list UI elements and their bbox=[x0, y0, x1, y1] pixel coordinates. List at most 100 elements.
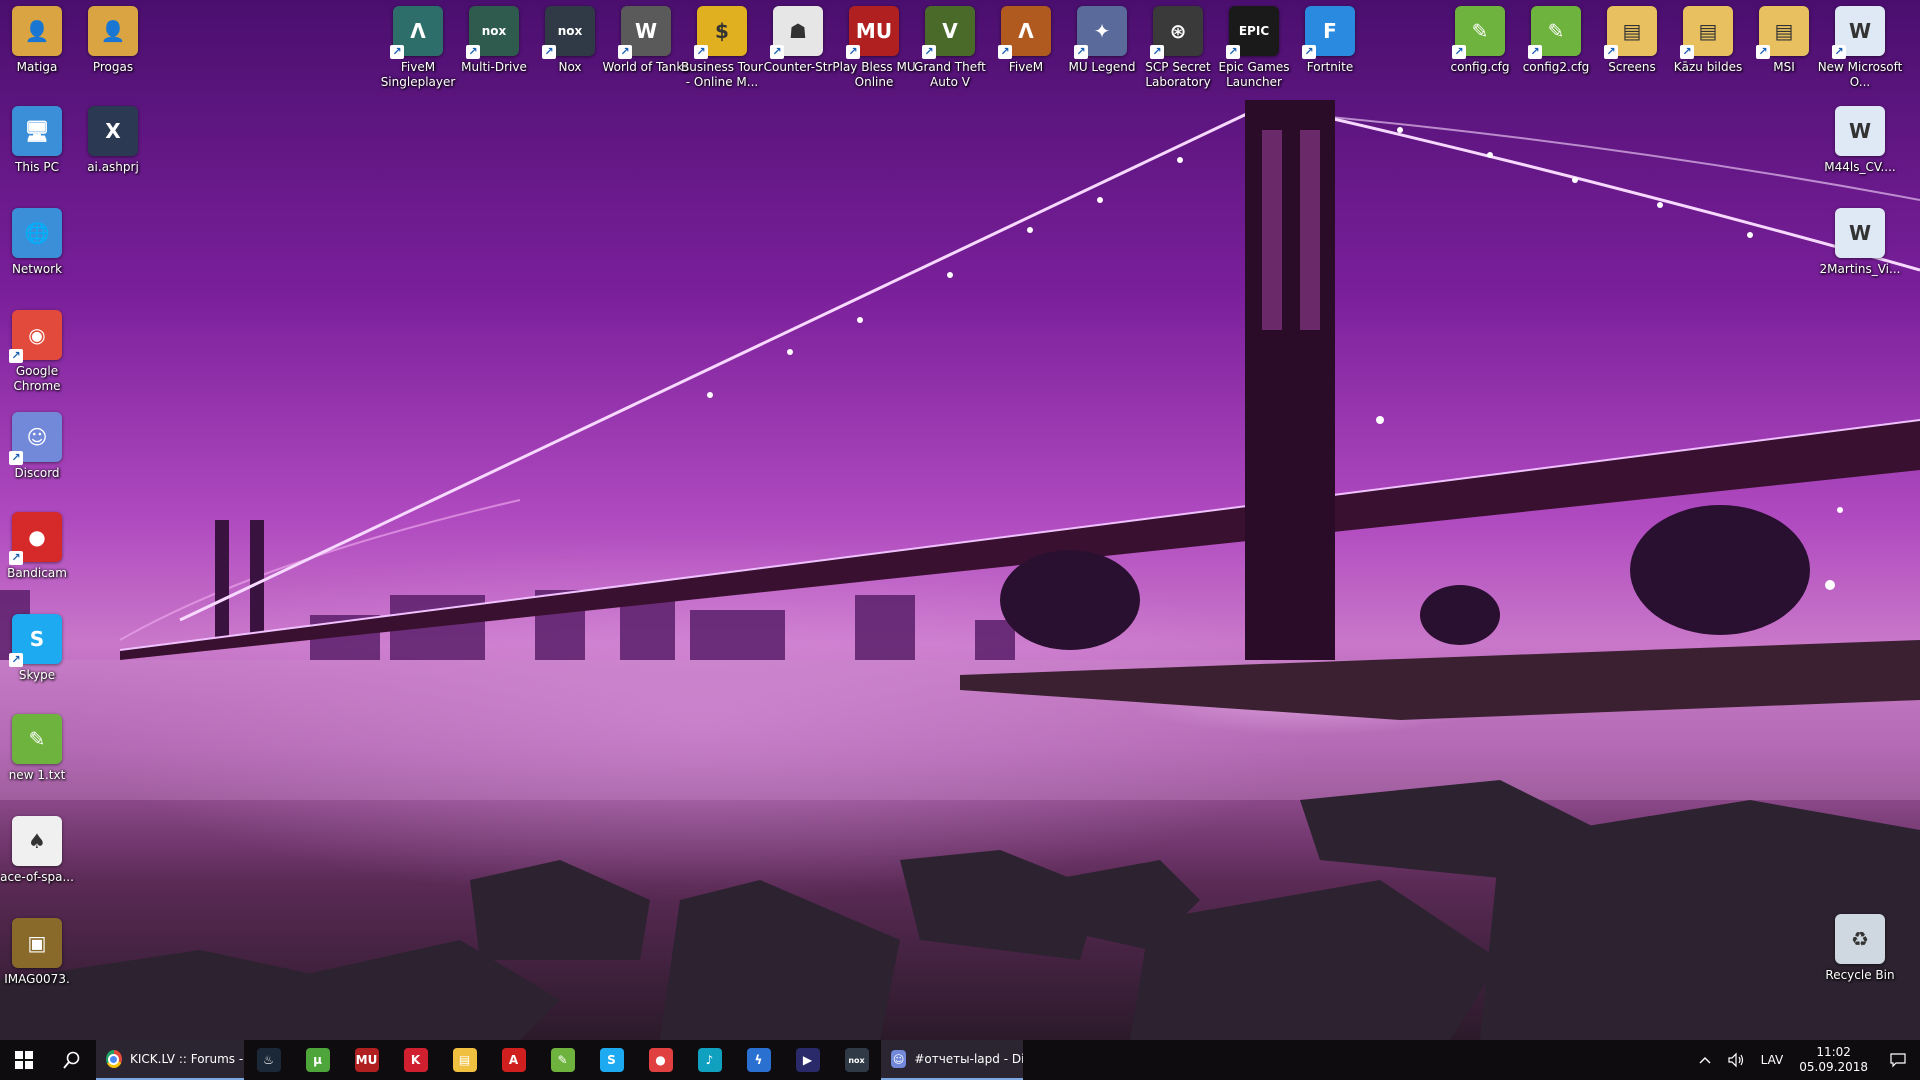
desktop-icon-bandicam[interactable]: ● ↗ Bandicam bbox=[0, 512, 75, 581]
desktop-icon-fivem[interactable]: Λ ↗ FiveM bbox=[988, 6, 1064, 75]
icon-glyph: W bbox=[1848, 119, 1872, 143]
shortcut-arrow-icon: ↗ bbox=[9, 349, 23, 363]
search-icon bbox=[63, 1051, 80, 1069]
ace-of-spades-icon: ♠ bbox=[12, 816, 62, 866]
desktop-icon-new-1-txt[interactable]: ✎ new 1.txt bbox=[0, 714, 75, 783]
taskbar-skype-button[interactable]: S bbox=[587, 1040, 636, 1080]
taskbar-acrobat-button[interactable]: A bbox=[489, 1040, 538, 1080]
icon-glyph: ✎ bbox=[1471, 19, 1489, 43]
taskbar-chrome-title: KICK.LV :: Forums - ... bbox=[129, 1052, 244, 1066]
desktop-icon-world-of-tanks[interactable]: W ↗ World of Tanks bbox=[602, 6, 690, 75]
desktop-icon-multi-drive[interactable]: nox ↗ Multi-Drive bbox=[456, 6, 532, 75]
desktop-icon-this-pc[interactable]: 🖥 This PC bbox=[0, 106, 75, 175]
icon-glyph: nox bbox=[557, 24, 583, 38]
desktop-icon-google-chrome[interactable]: ◉ ↗ Google Chrome bbox=[0, 310, 75, 394]
show-hidden-icons-button[interactable] bbox=[1691, 1040, 1719, 1080]
desktop-icon-label: Skype bbox=[18, 668, 56, 682]
desktop-icon-label: Bandicam bbox=[7, 566, 67, 580]
language-indicator[interactable]: LAV bbox=[1753, 1040, 1792, 1080]
start-button[interactable] bbox=[0, 1040, 48, 1080]
desktop-icon-progas[interactable]: 👤 Progas bbox=[75, 6, 151, 75]
desktop-icon-msi[interactable]: ▤ ↗ MSI bbox=[1746, 6, 1822, 75]
taskbar-notepad-plus-button[interactable]: ✎ bbox=[538, 1040, 587, 1080]
desktop-icon-m44ls-cv[interactable]: W M44ls_CV.... bbox=[1822, 106, 1898, 175]
mu-legend-icon: ✦ ↗ bbox=[1074, 6, 1127, 59]
icon-glyph: ▤ bbox=[1774, 19, 1794, 43]
taskbar: KICK.LV :: Forums - ... ♨ µ MU K ▤ A ✎ S ● ♪ ϟ ▶ nox… bbox=[0, 1040, 1920, 1080]
search-button[interactable] bbox=[48, 1040, 96, 1080]
desktop-icon-play-bless-mu-online[interactable]: MU ↗ Play Bless MU Online bbox=[832, 6, 916, 90]
folder-icon: ▤ ↗ bbox=[1604, 6, 1657, 59]
desktop-icon-label: IMAG0073. bbox=[4, 972, 70, 986]
shortcut-arrow-icon: ↗ bbox=[846, 45, 860, 59]
taskbar-media-player-button[interactable]: ▶ bbox=[783, 1040, 832, 1080]
fivem-icon: Λ ↗ bbox=[390, 6, 443, 59]
desktop-icon-fortnite[interactable]: F ↗ Fortnite bbox=[1292, 6, 1368, 75]
notepad-plus-icon: ✎ bbox=[550, 1048, 575, 1072]
discord-icon: ☺ ↗ bbox=[9, 412, 62, 465]
desktop-icon-label: MU Legend bbox=[1068, 60, 1136, 74]
icon-glyph: W bbox=[1848, 221, 1872, 245]
desktop-icon-imag0073[interactable]: ▣ IMAG0073. bbox=[0, 918, 75, 987]
taskbar-utorrent-button[interactable]: µ bbox=[293, 1040, 342, 1080]
business-tour-icon: $ ↗ bbox=[694, 6, 747, 59]
desktop-icon-label: Multi-Drive bbox=[461, 60, 527, 74]
taskbar-steam-button[interactable]: ♨ bbox=[244, 1040, 293, 1080]
taskbar-thunderbolt-button[interactable]: ϟ bbox=[734, 1040, 783, 1080]
volume-button[interactable] bbox=[1719, 1040, 1753, 1080]
desktop-icon-config2-cfg[interactable]: ✎ ↗ config2.cfg bbox=[1518, 6, 1594, 75]
desktop-icon-skype[interactable]: S ↗ Skype bbox=[0, 614, 75, 683]
taskbar-mu-online-button[interactable]: MU bbox=[342, 1040, 391, 1080]
desktop-icon-label: Screens bbox=[1608, 60, 1656, 74]
desktop-icon-label: Nox bbox=[558, 60, 582, 74]
desktop-icon-scp-secret-laboratory[interactable]: ⊛ ↗ SCP Secret Laboratory bbox=[1140, 6, 1216, 90]
desktop-icon-ace-of-spa[interactable]: ♠ ace-of-spa... bbox=[0, 816, 75, 885]
desktop-icon-nox[interactable]: nox ↗ Nox bbox=[532, 6, 608, 75]
nox-icon: nox bbox=[844, 1048, 869, 1072]
notepad-file-icon: ✎ bbox=[12, 714, 62, 764]
desktop-icon-ai-ashprj[interactable]: Xai.ashprj bbox=[75, 106, 151, 175]
taskbar-discord-window[interactable]: ☺ #отчеты-lapd - Dis... bbox=[881, 1040, 1023, 1080]
utorrent-icon: µ bbox=[305, 1048, 330, 1072]
desktop-icon-grand-theft-auto-v[interactable]: V ↗ Grand Theft Auto V bbox=[912, 6, 988, 90]
desktop-icon-label: Business Tour - Online M... bbox=[681, 60, 763, 89]
desktop-icon-epic-games-launcher[interactable]: EPIC ↗ Epic Games Launcher bbox=[1216, 6, 1292, 90]
icon-glyph: ✎ bbox=[1547, 19, 1565, 43]
desktop-icon-config-cfg[interactable]: ✎ ↗ config.cfg bbox=[1442, 6, 1518, 75]
desktop-icon-fivem-singleplayer[interactable]: Λ ↗ FiveM Singleplayer bbox=[380, 6, 456, 90]
taskbar-kaspersky-button[interactable]: K bbox=[391, 1040, 440, 1080]
shortcut-arrow-icon: ↗ bbox=[694, 45, 708, 59]
desktop-icon-business-tour-online-m[interactable]: $ ↗ Business Tour - Online M... bbox=[681, 6, 763, 90]
music-player-icon: ♪ bbox=[697, 1048, 722, 1072]
icon-glyph: ♠ bbox=[28, 829, 46, 853]
desktop-icon-counter-str[interactable]: ☗ ↗ Counter-Str bbox=[760, 6, 836, 75]
skype-icon: S ↗ bbox=[9, 614, 62, 667]
desktop-icon-network[interactable]: 🌐 Network bbox=[0, 208, 75, 277]
shortcut-arrow-icon: ↗ bbox=[1452, 45, 1466, 59]
clock[interactable]: 11:02 05.09.2018 bbox=[1791, 1040, 1876, 1080]
desktop-icon-mu-legend[interactable]: ✦ ↗ MU Legend bbox=[1064, 6, 1140, 75]
action-center-button[interactable] bbox=[1876, 1040, 1920, 1080]
word-file-icon: W bbox=[1835, 106, 1885, 156]
taskbar-nox-button[interactable]: nox bbox=[832, 1040, 881, 1080]
desktop-icon-matiga[interactable]: 👤 Matiga bbox=[0, 6, 75, 75]
taskbar-file-explorer-button[interactable]: ▤ bbox=[440, 1040, 489, 1080]
desktop-icon-recycle-bin[interactable]: ♻ Recycle Bin bbox=[1822, 914, 1898, 983]
desktop-icon-2martins-vi[interactable]: W 2Martins_Vi... bbox=[1820, 208, 1900, 277]
shortcut-arrow-icon: ↗ bbox=[9, 451, 23, 465]
taskbar-music-player-button[interactable]: ♪ bbox=[685, 1040, 734, 1080]
desktop-icon-label: ace-of-spa... bbox=[0, 870, 74, 884]
bandicam-icon: ● bbox=[648, 1048, 673, 1072]
desktop-icon-label: FiveM Singleplayer bbox=[380, 60, 456, 89]
icon-glyph: F bbox=[1323, 19, 1337, 43]
kaspersky-icon: K bbox=[403, 1048, 428, 1072]
ai-file-icon: X bbox=[88, 106, 138, 156]
desktop-icon-screens[interactable]: ▤ ↗ Screens bbox=[1594, 6, 1670, 75]
taskbar-chrome-window[interactable]: KICK.LV :: Forums - ... bbox=[96, 1040, 244, 1080]
desktop-icon-new-microsoft-o[interactable]: W ↗ New Microsoft O... bbox=[1818, 6, 1902, 90]
desktop-icon-k-zu-bildes[interactable]: ▤ ↗ Kāzu bildes bbox=[1670, 6, 1746, 75]
desktop-icon-discord[interactable]: ☺ ↗ Discord bbox=[0, 412, 75, 481]
taskbar-bandicam-button[interactable]: ● bbox=[636, 1040, 685, 1080]
word-file-icon: W ↗ bbox=[1832, 6, 1885, 59]
volume-icon bbox=[1728, 1052, 1743, 1068]
